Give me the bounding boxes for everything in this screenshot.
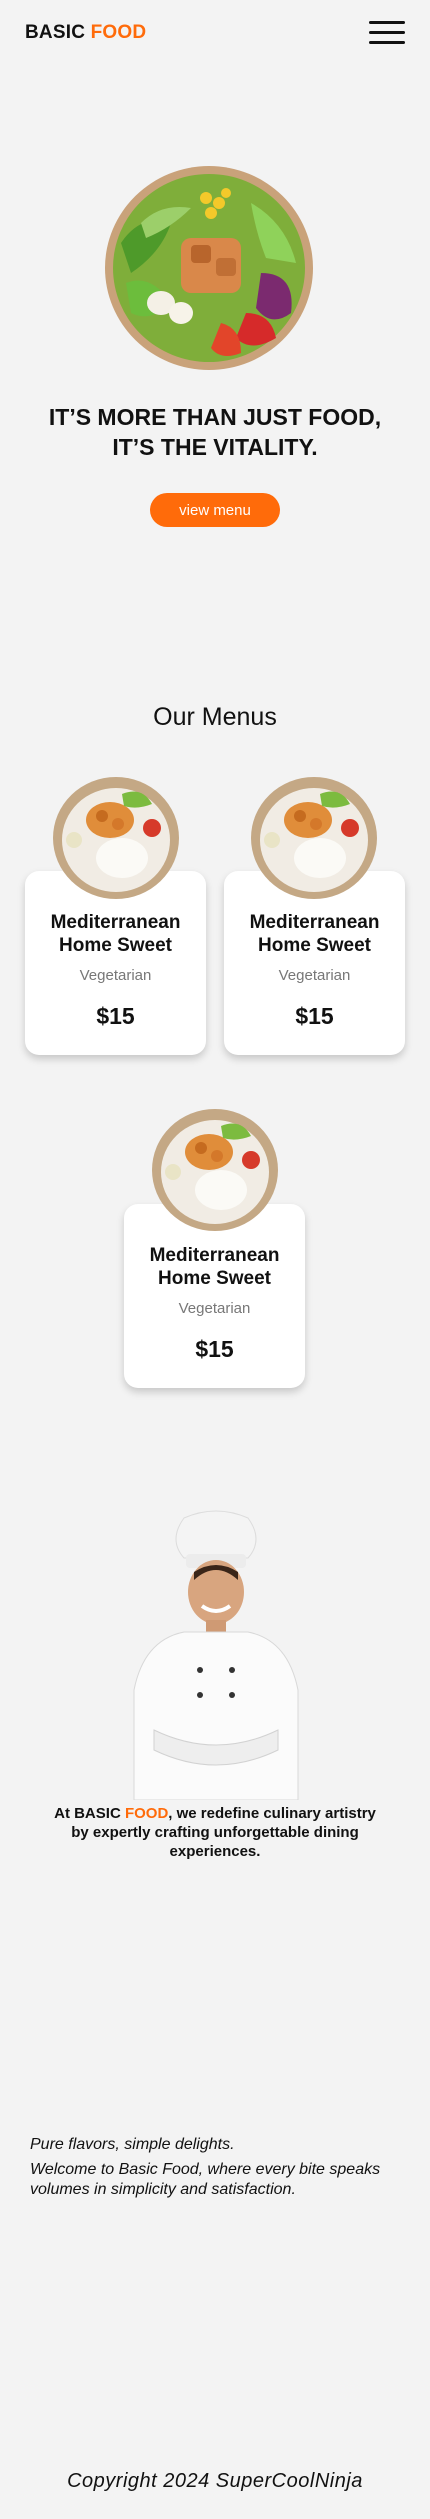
plate-image bbox=[53, 777, 179, 899]
hero-title-line2: IT’S THE VITALITY. bbox=[112, 434, 318, 460]
menu-card-name: Mediterranean Home Sweet bbox=[50, 912, 181, 956]
tagline-headline: Pure flavors, simple delights. bbox=[30, 2136, 235, 2153]
hero-title: IT’S MORE THAN JUST FOOD, IT’S THE VITAL… bbox=[20, 402, 410, 462]
site-header: BASIC FOOD bbox=[0, 0, 430, 66]
logo[interactable]: BASIC FOOD bbox=[25, 22, 146, 44]
menu-card-name: Mediterranean Home Sweet bbox=[149, 1245, 280, 1289]
hamburger-menu-icon[interactable] bbox=[369, 20, 405, 46]
menu-card-category: Vegetarian bbox=[79, 967, 152, 984]
salad-bowl-image bbox=[105, 166, 313, 370]
logo-primary: BASIC bbox=[25, 22, 86, 43]
hero-title-line1: IT’S MORE THAN JUST FOOD, bbox=[48, 404, 382, 430]
menu-card-name: Mediterranean Home Sweet bbox=[249, 912, 380, 956]
menu-card-price: $15 bbox=[96, 1003, 135, 1029]
view-menu-button[interactable]: view menu bbox=[150, 493, 280, 527]
page: BASIC FOOD IT’S MORE THAN JUST FOOD, IT’… bbox=[0, 0, 430, 2519]
menus-title: Our Menus bbox=[153, 703, 277, 731]
about-accent: FOOD bbox=[124, 1805, 169, 1822]
tagline-body: Welcome to Basic Food, where every bite … bbox=[30, 2161, 381, 2198]
menu-card-category: Vegetarian bbox=[178, 1300, 251, 1317]
footer-copyright: Copyright 2024 SuperCoolNinja bbox=[67, 2470, 363, 2492]
plate-image bbox=[251, 777, 377, 899]
menu-card-price: $15 bbox=[295, 1003, 334, 1029]
chef-image bbox=[133, 1510, 299, 1800]
about-text: At BASIC FOOD, we redefine culinary arti… bbox=[54, 1805, 376, 1860]
plate-image bbox=[152, 1109, 278, 1231]
logo-accent: FOOD bbox=[90, 22, 147, 43]
menu-card-category: Vegetarian bbox=[278, 967, 351, 984]
menu-card-price: $15 bbox=[195, 1336, 234, 1362]
